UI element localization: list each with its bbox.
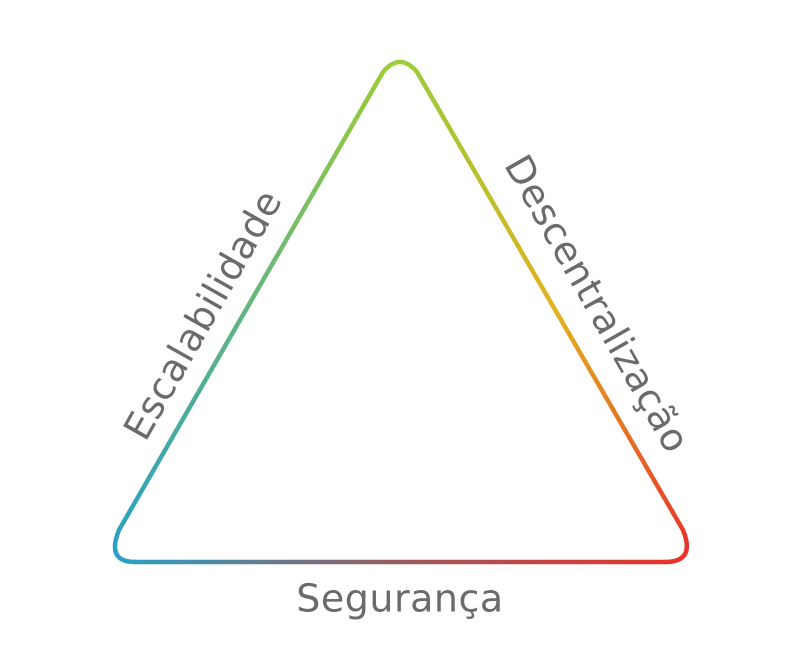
- label-escalabilidade: Escalabilidade: [115, 182, 291, 447]
- label-seguranca: Segurança: [296, 577, 503, 621]
- triangle-right-edge: [414, 69, 689, 565]
- label-descentralizacao: Descentralização: [496, 147, 699, 460]
- triangle-left-edge: [112, 59, 420, 565]
- blockchain-trilemma-diagram: Escalabilidade Descentralização Seguranç…: [112, 59, 699, 621]
